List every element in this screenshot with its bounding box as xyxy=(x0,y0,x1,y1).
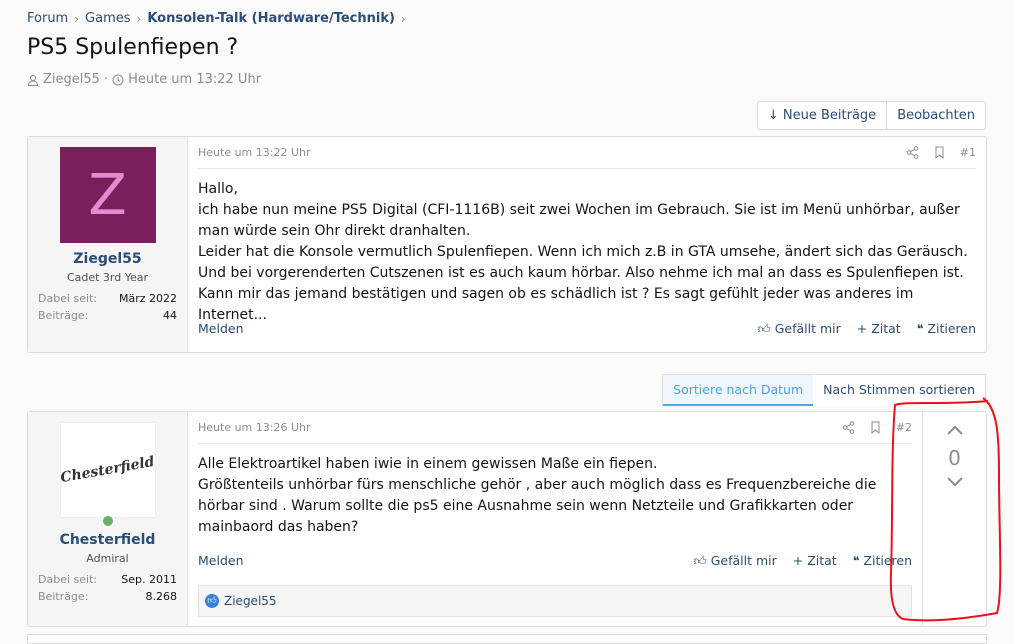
joined-stat: Dabei seit: März 2022 xyxy=(38,292,177,305)
cite-label: Zitieren xyxy=(927,321,976,336)
joined-label: Dabei seit: xyxy=(38,292,98,305)
meta-separator: · xyxy=(103,72,109,87)
post-time[interactable]: Heute um 13:22 Uhr xyxy=(198,146,311,159)
user-icon xyxy=(27,74,39,86)
chevron-right-icon: › xyxy=(74,11,80,26)
share-icon[interactable] xyxy=(906,146,919,159)
posts-value: 8.268 xyxy=(145,590,178,603)
chevron-right-icon: › xyxy=(136,11,142,26)
tab-sort-by-date[interactable]: Sortiere nach Datum xyxy=(663,375,814,406)
breadcrumb-games[interactable]: Games xyxy=(85,11,130,26)
cite-button[interactable]: ❝ Zitieren xyxy=(917,321,976,337)
username[interactable]: Ziegel55 xyxy=(38,251,177,267)
post-footer: Melden 👍︎ Gefällt mir + Zitat ❝ Zitieren xyxy=(198,321,976,337)
chevron-right-icon: › xyxy=(400,11,406,26)
post-line: Hallo, xyxy=(198,181,238,197)
like-reaction-icon: 👍︎ xyxy=(205,594,219,608)
like-button[interactable]: 👍︎ Gefällt mir xyxy=(694,553,777,569)
clock-icon xyxy=(112,74,124,85)
post-3-edge xyxy=(27,634,987,644)
thumbs-up-icon: 👍︎ xyxy=(693,553,707,568)
bookmark-icon[interactable] xyxy=(869,421,882,434)
user-title: Admiral xyxy=(86,552,129,565)
like-button[interactable]: 👍︎ Gefällt mir xyxy=(758,321,841,337)
thumbs-up-icon: 👍︎ xyxy=(757,321,771,336)
share-icon[interactable] xyxy=(842,421,855,434)
tab-sort-by-votes[interactable]: Nach Stimmen sortieren xyxy=(813,375,985,406)
joined-label: Dabei seit: xyxy=(38,573,98,586)
post-1-user-panel: Z Ziegel55 Cadet 3rd Year Dabei seit: Mä… xyxy=(28,137,188,352)
post-2-body: Heute um 13:26 Uhr #2 Alle Elektroartike… xyxy=(188,412,922,626)
post-line: ich habe nun meine PS5 Digital (CFI-1116… xyxy=(198,202,960,239)
thread-actions: ↓ Neue Beiträge Beobachten xyxy=(756,101,986,130)
like-label: Gefällt mir xyxy=(774,321,841,336)
quote-button[interactable]: + Zitat xyxy=(793,553,837,569)
post-content: Hallo, ich habe nun meine PS5 Digital (C… xyxy=(188,169,986,326)
post-1: Z Ziegel55 Cadet 3rd Year Dabei seit: Mä… xyxy=(27,136,987,353)
post-2-user-panel: Chesterfield Chesterfield Admiral Dabei … xyxy=(28,412,188,626)
post-time[interactable]: Heute um 13:26 Uhr xyxy=(198,421,311,434)
liked-by-user[interactable]: Ziegel55 xyxy=(224,594,277,608)
avatar-letter: Z xyxy=(88,162,127,228)
thread-author[interactable]: Ziegel55 xyxy=(43,72,100,87)
watch-button[interactable]: Beobachten xyxy=(886,102,985,129)
joined-stat: Dabei seit: Sep. 2011 xyxy=(38,573,177,586)
post-number[interactable]: #1 xyxy=(960,146,976,159)
post-line: Alle Elektroartikel haben iwie in einem … xyxy=(198,456,658,472)
username[interactable]: Chesterfield xyxy=(38,532,177,548)
like-label: Gefällt mir xyxy=(710,553,777,568)
post-footer: Melden 👍︎ Gefällt mir + Zitat ❝ Zitieren xyxy=(198,553,912,569)
posts-stat: Beiträge: 44 xyxy=(38,309,177,322)
quote-button[interactable]: + Zitat xyxy=(857,321,901,337)
quote-icon: ❝ xyxy=(852,553,860,568)
breadcrumb: Forum › Games › Konsolen-Talk (Hardware/… xyxy=(27,11,406,26)
breadcrumb-konsolen-talk[interactable]: Konsolen-Talk (Hardware/Technik) xyxy=(147,11,395,26)
sort-tabs: Sortiere nach Datum Nach Stimmen sortier… xyxy=(662,374,986,406)
post-header: Heute um 13:26 Uhr #2 xyxy=(198,412,912,444)
post-line: Leider hat die Konsole vermutlich Spulen… xyxy=(198,244,968,281)
cite-button[interactable]: ❝ Zitieren xyxy=(853,553,912,569)
quote-icon: ❝ xyxy=(916,321,924,336)
avatar[interactable]: Z xyxy=(59,147,156,243)
vote-panel: 0 xyxy=(922,412,986,626)
upvote-icon[interactable] xyxy=(946,424,964,436)
breadcrumb-forum[interactable]: Forum xyxy=(27,11,68,26)
post-1-body: Heute um 13:22 Uhr #1 Hallo, ich habe nu… xyxy=(188,137,986,352)
thread-meta: Ziegel55 · Heute um 13:22 Uhr xyxy=(27,72,261,87)
post-line: Kann mir das jemand bestätigen und sagen… xyxy=(198,286,914,323)
report-link[interactable]: Melden xyxy=(198,321,244,337)
post-number[interactable]: #2 xyxy=(896,421,912,434)
bookmark-icon[interactable] xyxy=(933,146,946,159)
new-posts-button[interactable]: ↓ Neue Beiträge xyxy=(758,102,886,129)
post-2: Chesterfield Chesterfield Admiral Dabei … xyxy=(27,411,987,627)
joined-value: Sep. 2011 xyxy=(121,573,177,586)
posts-label: Beiträge: xyxy=(38,309,89,322)
post-header: Heute um 13:22 Uhr #1 xyxy=(198,137,976,169)
posts-value: 44 xyxy=(163,309,177,322)
chesterfield-logo: Chesterfield xyxy=(59,453,156,487)
post-line: Größtenteils unhörbar fürs menschliche g… xyxy=(198,477,877,535)
posts-stat: Beiträge: 8.268 xyxy=(38,590,177,603)
online-status-icon xyxy=(100,514,115,528)
cite-label: Zitieren xyxy=(863,553,912,568)
joined-value: März 2022 xyxy=(118,292,177,305)
reactions-bar: 👍︎ Ziegel55 xyxy=(198,585,912,617)
thread-time[interactable]: Heute um 13:22 Uhr xyxy=(128,72,261,87)
avatar[interactable]: Chesterfield xyxy=(59,422,156,518)
post-content: Alle Elektroartikel haben iwie in einem … xyxy=(188,444,922,538)
downvote-icon[interactable] xyxy=(946,476,964,488)
report-link[interactable]: Melden xyxy=(198,553,244,569)
page-title: PS5 Spulenfiepen ? xyxy=(27,35,239,60)
user-title: Cadet 3rd Year xyxy=(66,271,149,284)
vote-score: 0 xyxy=(948,446,961,470)
posts-label: Beiträge: xyxy=(38,590,89,603)
